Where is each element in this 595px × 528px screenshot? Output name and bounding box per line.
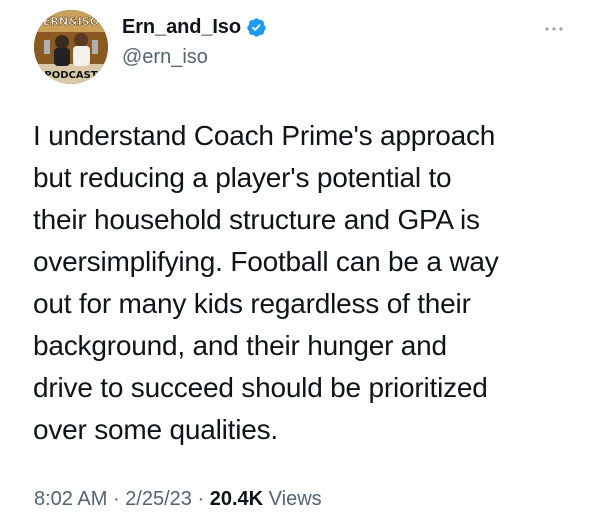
tweet-text-line: background, and their hunger and (33, 330, 447, 361)
meta-separator: · (197, 488, 205, 510)
tweet-time[interactable]: 8:02 AM (34, 488, 107, 510)
author-display-name[interactable]: Ern_and_Iso (122, 16, 241, 39)
views-count[interactable]: 20.4K (210, 488, 263, 510)
avatar-image: ERN&ISO PODCAST (34, 10, 108, 84)
tweet-text-line: oversimplifying. Football can be a way (33, 246, 499, 277)
author-handle[interactable]: @ern_iso (122, 46, 208, 69)
avatar-bottom-text: PODCAST (44, 70, 97, 81)
author-name-row: Ern_and_Iso (122, 14, 267, 40)
tweet-meta: 8:02 AM · 2/25/23 · 20.4K Views (34, 488, 322, 511)
tweet-date[interactable]: 2/25/23 (125, 488, 192, 510)
tweet-text: I understand Coach Prime's approach but … (33, 115, 578, 451)
tweet-text-line: drive to succeed should be prioritized (33, 372, 488, 403)
views-label: Views (268, 488, 322, 510)
avatar-top-text: ERN&ISO (43, 15, 99, 28)
tweet-text-line: out for many kids regardless of their (33, 288, 471, 319)
avatar[interactable]: ERN&ISO PODCAST (34, 10, 108, 84)
tweet-text-line: but reducing a player's potential to (33, 162, 452, 193)
verified-badge-icon (247, 17, 266, 37)
tweet-text-line: over some qualities. (33, 414, 279, 445)
tweet-text-line: their household structure and GPA is (33, 204, 480, 235)
more-options-icon[interactable] (543, 24, 565, 34)
meta-separator: · (112, 488, 120, 510)
tweet-text-line: I understand Coach Prime's approach (33, 120, 496, 151)
